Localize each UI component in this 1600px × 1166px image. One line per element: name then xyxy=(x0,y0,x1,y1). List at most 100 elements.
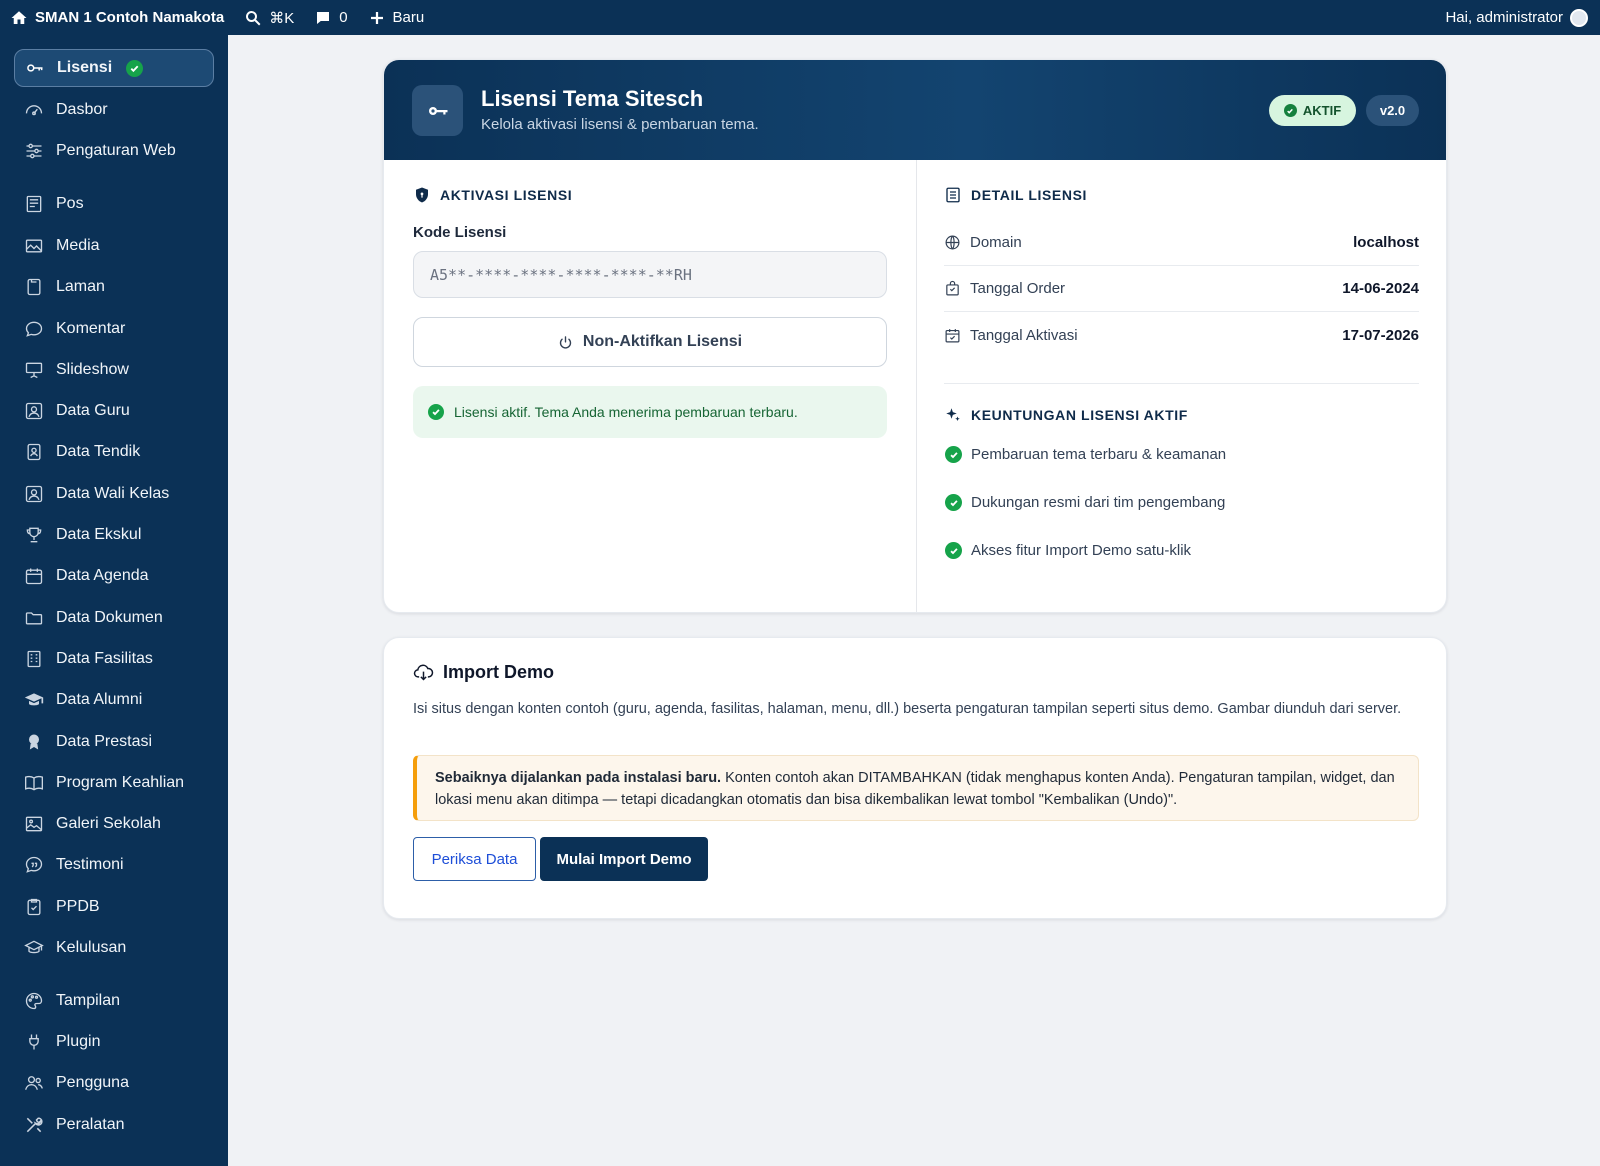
sidebar-item-slideshow[interactable]: Slideshow xyxy=(14,351,214,389)
sidebar-item-data-ekskul[interactable]: Data Ekskul xyxy=(14,516,214,554)
sidebar-item-kelulusan[interactable]: Kelulusan xyxy=(14,929,214,967)
deactivate-label: Non-Aktifkan Lisensi xyxy=(582,333,743,350)
benefits-section-title: KEUNTUNGAN LISENSI AKTIF xyxy=(944,406,1188,424)
comment-bubble-icon xyxy=(317,11,330,24)
sidebar-item-data-fasilitas[interactable]: Data Fasilitas xyxy=(14,640,214,678)
sidebar-item-label: Laman xyxy=(56,278,105,295)
sidebar-item-lisensi[interactable]: Lisensi xyxy=(14,49,214,87)
sidebar-item-tampilan[interactable]: Tampilan xyxy=(14,982,214,1020)
comments-link[interactable]: 0 xyxy=(304,0,357,35)
search-shortcut[interactable]: ⌘K xyxy=(234,0,304,35)
comments-count: 0 xyxy=(339,9,348,26)
sidebar-item-label: Plugin xyxy=(56,1033,101,1050)
detail-section-title: DETAIL LISENSI xyxy=(944,186,1087,204)
staff-icon xyxy=(27,443,41,461)
sidebar-item-testimoni[interactable]: Testimoni xyxy=(14,846,214,884)
warning-bold-text: Sebaiknya dijalankan pada instalasi baru… xyxy=(435,770,722,786)
sidebar-item-label: Data Wali Kelas xyxy=(56,485,170,502)
sidebar-item-label: Lisensi xyxy=(57,59,113,76)
sidebar-item-pengaturan-web[interactable]: Pengaturan Web xyxy=(14,132,214,170)
new-content-link[interactable]: Baru xyxy=(358,0,435,35)
calendar-check-icon xyxy=(945,328,960,342)
sidebar-item-laman[interactable]: Laman xyxy=(14,268,214,306)
trophy-icon xyxy=(26,527,42,543)
benefit-item: Pembaruan tema terbaru & keamanan xyxy=(945,446,1226,463)
license-code-field[interactable]: A5**-****-****-****-****-**RH xyxy=(413,251,887,298)
post-icon xyxy=(26,195,42,213)
sidebar-item-plugin[interactable]: Plugin xyxy=(14,1023,214,1061)
import-demo-card: Import Demo Isi situs dengan konten cont… xyxy=(383,637,1447,919)
avatar xyxy=(1570,8,1588,27)
benefit-text: Dukungan resmi dari tim pengembang xyxy=(971,494,1226,511)
sidebar-item-label: Program Keahlian xyxy=(56,774,185,791)
sidebar-item-program-keahlian[interactable]: Program Keahlian xyxy=(14,764,214,802)
sliders-icon xyxy=(26,143,42,159)
detail-value: localhost xyxy=(1353,234,1419,251)
sidebar-item-data-dokumen[interactable]: Data Dokumen xyxy=(14,599,214,637)
sidebar-item-data-wali-kelas[interactable]: Data Wali Kelas xyxy=(14,475,214,513)
cloud-download-icon xyxy=(413,664,434,681)
sidebar-item-label: Komentar xyxy=(56,320,126,337)
detail-title-text: DETAIL LISENSI xyxy=(971,187,1088,203)
award-icon xyxy=(29,734,39,750)
gallery-icon xyxy=(25,816,43,832)
status-label: AKTIF xyxy=(1302,103,1342,118)
sidebar-item-dasbor[interactable]: Dasbor xyxy=(14,91,214,129)
sidebar-item-label: Data Guru xyxy=(56,402,130,419)
sidebar-item-peralatan[interactable]: Peralatan xyxy=(14,1106,214,1144)
sidebar-item-label: PPDB xyxy=(56,898,100,915)
slideshow-icon xyxy=(25,362,43,379)
sidebar-item-label: Pengguna xyxy=(56,1074,129,1091)
success-notice-text: Lisensi aktif. Tema Anda menerima pembar… xyxy=(454,404,798,420)
sidebar-item-galeri-sekolah[interactable]: Galeri Sekolah xyxy=(14,805,214,843)
sidebar-item-komentar[interactable]: Komentar xyxy=(14,310,214,348)
check-circle-icon xyxy=(945,542,962,559)
check-data-button[interactable]: Periksa Data xyxy=(413,837,536,881)
detail-value: 14-06-2024 xyxy=(1342,280,1419,297)
search-icon xyxy=(246,10,261,25)
sidebar-item-label: Pengaturan Web xyxy=(56,142,176,159)
benefit-text: Pembaruan tema terbaru & keamanan xyxy=(971,446,1227,463)
graduation-icon xyxy=(24,940,44,954)
deactivate-license-button[interactable]: Non-Aktifkan Lisensi xyxy=(413,317,887,367)
activation-title-text: AKTIVASI LISENSI xyxy=(440,187,573,203)
sidebar-item-data-alumni[interactable]: Data Alumni xyxy=(14,681,214,719)
detail-row-activation-date: Tanggal Aktivasi 17-07-2026 xyxy=(944,312,1419,358)
license-card: Lisensi Tema Sitesch Kelola aktivasi lis… xyxy=(383,59,1447,613)
active-check-icon xyxy=(126,59,144,77)
sidebar-item-pengguna[interactable]: Pengguna xyxy=(14,1064,214,1102)
page-title: Lisensi Tema Sitesch xyxy=(481,86,704,111)
new-label: Baru xyxy=(392,9,425,26)
sidebar-item-data-agenda[interactable]: Data Agenda xyxy=(14,557,214,595)
benefit-item: Dukungan resmi dari tim pengembang xyxy=(945,494,1225,511)
home-icon xyxy=(11,10,27,24)
quote-icon xyxy=(25,856,43,873)
check-circle-icon xyxy=(945,446,962,463)
media-icon xyxy=(25,239,43,253)
globe-icon xyxy=(945,235,960,250)
sidebar-item-label: Slideshow xyxy=(56,361,129,378)
sidebar-item-media[interactable]: Media xyxy=(14,227,214,265)
section-divider xyxy=(944,383,1419,384)
sidebar-item-label: Data Alumni xyxy=(56,691,143,708)
admin-bar: SMAN 1 Contoh Namakota ⌘K 0 Baru Hai, ad… xyxy=(0,0,1600,35)
start-import-button[interactable]: Mulai Import Demo xyxy=(540,837,708,881)
site-home-link[interactable]: SMAN 1 Contoh Namakota xyxy=(0,0,234,35)
sidebar-item-label: Testimoni xyxy=(56,856,124,873)
clipboard-icon xyxy=(27,898,41,916)
key-icon xyxy=(27,64,43,72)
sidebar-item-data-tendik[interactable]: Data Tendik xyxy=(14,433,214,471)
folder-icon xyxy=(25,612,43,625)
detail-label: Tanggal Aktivasi xyxy=(970,326,1078,344)
import-demo-title-text: Import Demo xyxy=(443,662,555,682)
detail-value: 17-07-2026 xyxy=(1342,326,1419,344)
license-header: Lisensi Tema Sitesch Kelola aktivasi lis… xyxy=(384,60,1446,160)
sidebar-item-pos[interactable]: Pos xyxy=(14,185,214,223)
comment-icon xyxy=(25,321,43,337)
sidebar-item-data-guru[interactable]: Data Guru xyxy=(14,392,214,430)
sidebar-item-ppdb[interactable]: PPDB xyxy=(14,888,214,926)
sidebar-item-label: Dasbor xyxy=(56,101,108,118)
sidebar-item-data-prestasi[interactable]: Data Prestasi xyxy=(14,723,214,761)
detail-row-domain: Domain localhost xyxy=(944,220,1419,266)
account-menu[interactable]: Hai, administrator xyxy=(1435,0,1600,35)
